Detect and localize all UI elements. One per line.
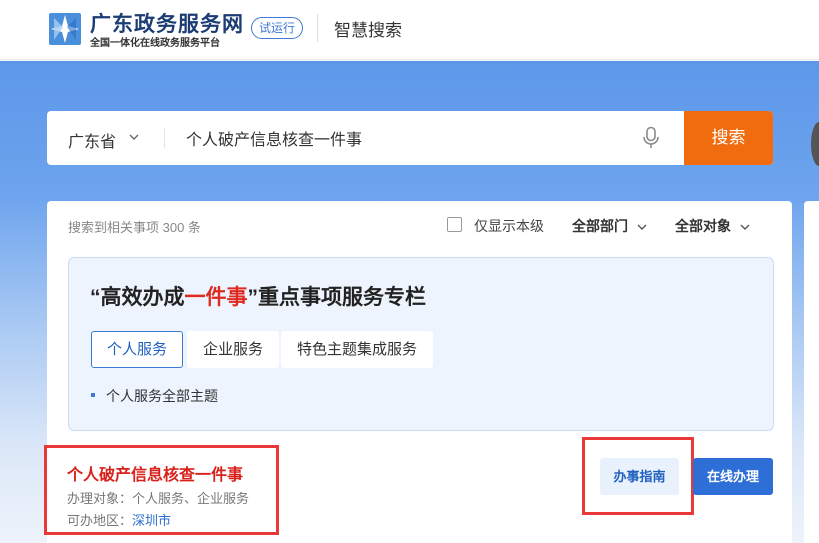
tab-personal-services[interactable]: 个人服务: [91, 331, 184, 368]
department-filter-label: 全部部门: [572, 218, 628, 234]
microphone-icon[interactable]: [641, 126, 661, 150]
chevron-down-icon: [129, 134, 139, 140]
site-subtitle: 全国一体化在线政务服务平台: [90, 38, 220, 49]
region-label: 广东省: [68, 134, 117, 151]
featured-title: “高效办成一件事”重点事项服务专栏: [90, 281, 426, 311]
department-filter[interactable]: 全部部门: [572, 216, 647, 236]
result-area-link[interactable]: 深圳市: [132, 513, 171, 528]
site-header: 广东政务服务网 全国一体化在线政务服务平台 试运行 智慧搜索: [0, 0, 819, 60]
logo-icon[interactable]: [48, 12, 82, 46]
local-only-checkbox[interactable]: [447, 217, 462, 232]
tab-enterprise-services[interactable]: 企业服务: [187, 331, 280, 368]
online-apply-button[interactable]: 在线办理: [693, 458, 773, 495]
section-title: 智慧搜索: [334, 21, 402, 40]
sub-topic-link[interactable]: 个人服务全部主题: [106, 386, 218, 406]
result-target: 办理对象：个人服务、企业服务: [67, 491, 250, 506]
side-panel-edge: [804, 201, 819, 543]
search-divider: [164, 128, 165, 148]
results-card: 搜索到相关事项 300 条 仅显示本级 全部部门 全部对象 “高效办成一件事”重…: [44, 201, 792, 543]
service-guide-button[interactable]: 办事指南: [600, 458, 679, 495]
result-title[interactable]: 个人破产信息核查一件事: [67, 461, 243, 485]
result-count: 搜索到相关事项 300 条: [68, 220, 201, 235]
featured-title-prefix: “高效办成: [90, 286, 185, 309]
local-only-label[interactable]: 仅显示本级: [474, 216, 544, 236]
target-filter[interactable]: 全部对象: [675, 216, 750, 236]
bullet-icon: [91, 393, 95, 397]
featured-service-panel: “高效办成一件事”重点事项服务专栏 个人服务 企业服务 特色主题集成服务 个人服…: [68, 257, 774, 431]
featured-title-highlight: 一件事: [184, 286, 248, 309]
search-button[interactable]: 搜索: [684, 111, 773, 165]
chevron-down-icon: [637, 224, 647, 231]
search-input[interactable]: [186, 123, 626, 153]
trial-badge: 试运行: [251, 17, 304, 39]
region-select[interactable]: 广东省: [47, 111, 165, 165]
tab-special-topic-services[interactable]: 特色主题集成服务: [281, 331, 434, 368]
search-bar: 广东省 搜索: [47, 111, 773, 165]
header-divider: [317, 14, 318, 42]
target-filter-label: 全部对象: [675, 218, 731, 234]
result-area: 可办地区：深圳市: [67, 510, 171, 529]
featured-title-suffix: ”重点事项服务专栏: [247, 286, 427, 309]
chevron-down-icon: [740, 224, 750, 231]
result-area-label: 可办地区：: [67, 513, 133, 528]
